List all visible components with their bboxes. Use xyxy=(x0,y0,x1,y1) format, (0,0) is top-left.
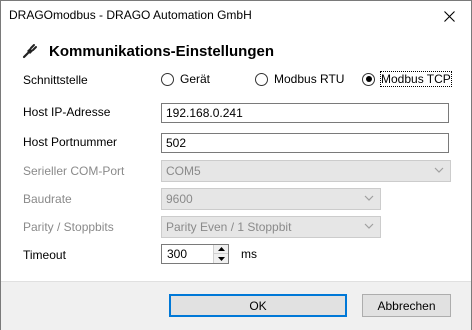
stepper-buttons xyxy=(213,245,228,263)
parity-value: Parity Even / 1 Stoppbit xyxy=(166,220,292,234)
radio-circle xyxy=(161,72,174,86)
chevron-down-icon xyxy=(434,167,444,173)
com-port-label: Serieller COM-Port xyxy=(23,164,125,178)
stepper-up-button[interactable] xyxy=(214,245,228,254)
triangle-down-icon xyxy=(217,256,225,261)
chevron-down-icon xyxy=(364,223,374,229)
cancel-button[interactable]: Abbrechen xyxy=(362,294,451,317)
section-heading: Kommunikations-Einstellungen xyxy=(21,41,274,61)
ok-button[interactable]: OK xyxy=(169,294,347,317)
triangle-up-icon xyxy=(217,247,225,251)
radio-circle-checked xyxy=(362,72,375,86)
com-port-value: COM5 xyxy=(166,164,201,178)
host-ip-input[interactable]: 192.168.0.241 xyxy=(161,103,449,123)
com-port-select[interactable]: COM5 xyxy=(161,160,451,182)
plug-icon xyxy=(21,42,39,60)
title-bar: DRAGOmodbus - DRAGO Automation GmbH xyxy=(1,1,471,31)
dialog-window: DRAGOmodbus - DRAGO Automation GmbH Komm… xyxy=(0,0,472,330)
dialog-footer: OK Abbrechen xyxy=(1,281,471,330)
timeout-label: Timeout xyxy=(23,248,66,262)
radio-label: Modbus RTU xyxy=(274,72,345,86)
timeout-stepper[interactable]: 300 xyxy=(161,244,229,264)
timeout-unit: ms xyxy=(241,247,257,261)
window-title: DRAGOmodbus - DRAGO Automation GmbH xyxy=(9,8,252,22)
host-port-input[interactable]: 502 xyxy=(161,133,449,153)
radio-label: Modbus TCP xyxy=(380,71,452,87)
parity-select[interactable]: Parity Even / 1 Stoppbit xyxy=(161,216,381,238)
radio-circle xyxy=(255,72,268,86)
radio-label: Gerät xyxy=(180,72,211,86)
heading-text: Kommunikations-Einstellungen xyxy=(49,42,275,60)
baudrate-select[interactable]: 9600 xyxy=(161,188,381,210)
close-icon xyxy=(443,10,455,22)
host-port-label: Host Portnummer xyxy=(23,135,118,149)
parity-label: Parity / Stoppbits xyxy=(23,220,114,234)
radio-modbus-tcp[interactable]: Modbus TCP xyxy=(362,71,452,87)
dialog-content: Kommunikations-Einstellungen Schnittstel… xyxy=(1,31,471,281)
host-ip-label: Host IP-Adresse xyxy=(23,105,111,119)
baudrate-value: 9600 xyxy=(166,192,193,206)
close-button[interactable] xyxy=(435,4,463,28)
baudrate-label: Baudrate xyxy=(23,192,72,206)
interface-label: Schnittstelle xyxy=(23,73,88,87)
radio-modbus-rtu[interactable]: Modbus RTU xyxy=(255,72,344,86)
radio-geraet[interactable]: Gerät xyxy=(161,72,210,86)
stepper-down-button[interactable] xyxy=(214,254,228,263)
chevron-down-icon xyxy=(364,195,374,201)
timeout-value: 300 xyxy=(167,247,188,261)
